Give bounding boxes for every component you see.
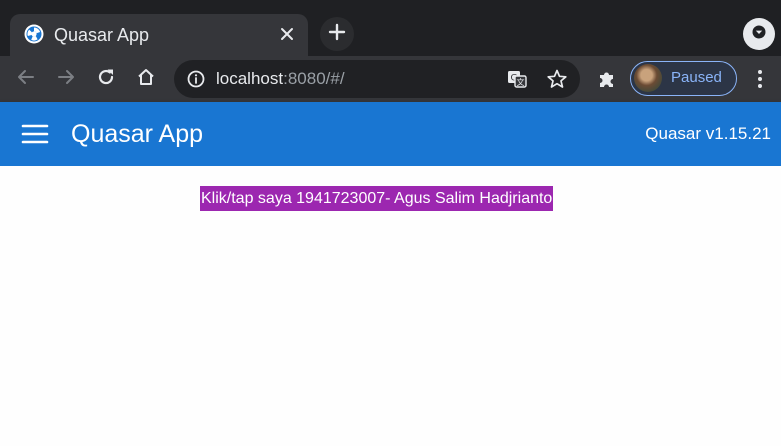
puzzle-icon[interactable] (596, 68, 618, 90)
click-me-button[interactable]: Klik/tap saya 1941723007- Agus Salim Had… (200, 186, 554, 211)
app-title: Quasar App (71, 120, 204, 148)
avatar (634, 64, 662, 92)
home-icon (136, 67, 156, 92)
reload-icon (96, 67, 116, 92)
kebab-menu-icon[interactable] (750, 68, 770, 90)
browser-tab[interactable]: Quasar App (10, 14, 308, 56)
app-header: Quasar App Quasar v1.15.21 (0, 102, 781, 166)
plus-icon (328, 23, 346, 46)
info-icon[interactable] (186, 69, 206, 89)
star-icon[interactable] (546, 68, 568, 90)
new-tab-button[interactable] (320, 17, 354, 51)
tab-search-button[interactable] (743, 18, 775, 50)
translate-icon[interactable]: G 文 (506, 68, 528, 90)
svg-text:文: 文 (517, 77, 525, 87)
tab-title: Quasar App (54, 25, 150, 45)
back-button[interactable] (11, 64, 41, 94)
quasar-logo-icon (24, 24, 44, 44)
profile-button[interactable]: Paused (630, 61, 737, 96)
profile-status-label: Paused (671, 69, 722, 86)
close-icon[interactable] (276, 23, 298, 45)
browser-toolbar: localhost:8080/#/ G 文 Paused (0, 56, 781, 102)
arrow-right-icon (56, 67, 76, 92)
url-host: localhost (216, 69, 284, 88)
reload-button[interactable] (91, 64, 121, 94)
app-version: Quasar v1.15.21 (645, 124, 771, 143)
chevron-down-icon (752, 25, 766, 44)
hamburger-icon[interactable] (20, 122, 50, 146)
home-button[interactable] (131, 64, 161, 94)
url-path: :8080/#/ (283, 69, 345, 88)
page-content: Klik/tap saya 1941723007- Agus Salim Had… (0, 166, 781, 446)
address-bar[interactable]: localhost:8080/#/ G 文 (174, 60, 580, 98)
url-text: localhost:8080/#/ (216, 69, 345, 89)
forward-button[interactable] (51, 64, 81, 94)
browser-tab-strip: Quasar App (0, 0, 781, 56)
arrow-left-icon (16, 67, 36, 92)
